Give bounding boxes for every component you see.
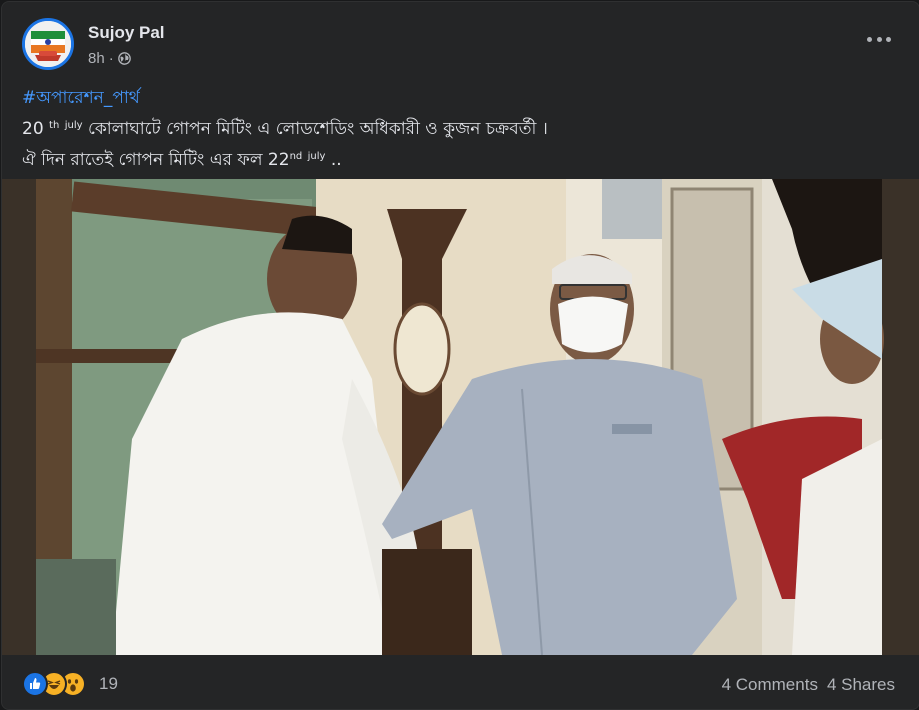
meta-separator: · <box>108 50 114 67</box>
post-text: #অপারেশন_পার্থ 20 th july কোলাঘাটে গোপন … <box>22 84 899 174</box>
post-photo[interactable] <box>2 179 919 655</box>
shares-count[interactable]: 4 Shares <box>827 675 895 695</box>
globe-icon[interactable] <box>117 52 131 65</box>
avatar[interactable] <box>22 18 74 70</box>
date-suffix-2: nd <box>289 151 303 162</box>
date-suffix: th <box>49 120 60 131</box>
post-line-2: ঐ দিন রাতেই গোপন মিটিং এর ফল 22nd july .… <box>22 143 899 174</box>
line-2-text: ঐ দিন রাতেই গোপন মিটিং এর ফল 22 <box>22 150 290 170</box>
hashtag-link[interactable]: #অপারেশন_পার্থ <box>22 84 899 112</box>
like-icon <box>22 671 48 697</box>
post-time[interactable]: 8h <box>88 50 105 67</box>
line-2-tail: .. <box>330 150 342 170</box>
comments-count[interactable]: 4 Comments <box>722 675 818 695</box>
post-line-1: 20 th july কোলাঘাটে গোপন মিটিং এ লোডশেডি… <box>22 112 899 143</box>
post-footer: 19 4 Comments 4 Shares <box>2 657 919 709</box>
post-header: Sujoy Pal 8h · <box>2 2 919 78</box>
author-name[interactable]: Sujoy Pal <box>88 23 165 43</box>
reaction-count[interactable]: 19 <box>99 674 118 694</box>
date-month-2: july <box>307 151 326 162</box>
post-meta: 8h · <box>88 50 131 67</box>
more-options-icon[interactable] <box>867 34 891 44</box>
date-month: july <box>64 120 83 131</box>
reactions-summary[interactable]: 19 <box>22 671 118 697</box>
facebook-post: Sujoy Pal 8h · #অপারেশন_পার্থ 20 th july… <box>1 1 919 710</box>
post-stats: 4 Comments 4 Shares <box>722 675 895 695</box>
line-1-text: কোলাঘাটে গোপন মিটিং এ লোডশেডিং অধিকারী ও… <box>87 119 548 139</box>
avatar-image <box>25 21 71 67</box>
photo-image <box>2 179 919 655</box>
date-number: 20 <box>22 119 44 139</box>
